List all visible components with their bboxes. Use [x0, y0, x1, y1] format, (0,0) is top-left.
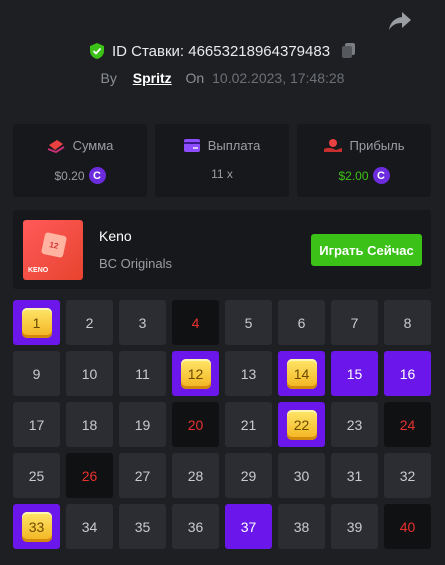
- stat-payout-value: 11 x: [211, 167, 233, 181]
- keno-cell-5: 5: [225, 300, 272, 345]
- keno-cell-29: 29: [225, 453, 272, 498]
- keno-cell-26: 26: [66, 453, 113, 498]
- keno-cell-30: 30: [278, 453, 325, 498]
- keno-cell-20: 20: [172, 402, 219, 447]
- keno-cell-33: 33: [13, 504, 60, 549]
- keno-cell-27: 27: [119, 453, 166, 498]
- keno-cell-22: 22: [278, 402, 325, 447]
- keno-cell-7: 7: [331, 300, 378, 345]
- copy-icon[interactable]: [342, 43, 356, 58]
- game-thumbnail[interactable]: 12 KENO: [23, 220, 83, 280]
- play-now-button[interactable]: Играть Сейчас: [311, 234, 422, 266]
- profit-icon: [323, 138, 342, 152]
- keno-cell-28: 28: [172, 453, 219, 498]
- stat-profit: Прибыль $2.00 C: [297, 124, 431, 197]
- game-provider: BC Originals: [99, 256, 172, 271]
- keno-cell-23: 23: [331, 402, 378, 447]
- stat-amount-value: $0.20: [54, 168, 85, 183]
- bet-amount-icon: [47, 139, 65, 153]
- game-card: 12 KENO Keno BC Originals Играть Сейчас: [13, 210, 431, 289]
- keno-cell-16: 16: [384, 351, 431, 396]
- coin-icon: C: [88, 167, 106, 184]
- gem-icon: 12: [180, 358, 211, 389]
- keno-cell-15: 15: [331, 351, 378, 396]
- gem-icon: 33: [21, 511, 52, 542]
- stat-profit-value: $2.00: [338, 168, 369, 183]
- keno-cell-3: 3: [119, 300, 166, 345]
- share-icon[interactable]: [388, 10, 412, 32]
- keno-cell-19: 19: [119, 402, 166, 447]
- game-name[interactable]: Keno: [99, 228, 132, 244]
- on-label: On: [185, 70, 205, 86]
- bet-id-text: ID Ставки: 46653218964379483: [111, 43, 331, 60]
- keno-cell-12: 12: [172, 351, 219, 396]
- keno-cell-9: 9: [13, 351, 60, 396]
- keno-cell-18: 18: [66, 402, 113, 447]
- keno-cell-31: 31: [331, 453, 378, 498]
- keno-cell-14: 14: [278, 351, 325, 396]
- keno-board: 1 2 3 4 5 6 7 8 9 10 11 12 13 14 15 16 17 18 19 20 21 22 23 24 2…: [10, 298, 435, 558]
- thumbnail-number: 12: [40, 231, 68, 259]
- by-label: By: [100, 70, 117, 86]
- bet-date: 10.02.2023, 17:48:28: [212, 70, 345, 86]
- keno-cell-35: 35: [119, 504, 166, 549]
- keno-cell-36: 36: [172, 504, 219, 549]
- thumbnail-text: KENO: [28, 267, 49, 274]
- keno-cell-25: 25: [13, 453, 60, 498]
- keno-cell-11: 11: [119, 351, 166, 396]
- keno-cell-6: 6: [278, 300, 325, 345]
- coin-icon: C: [372, 167, 390, 184]
- keno-cell-8: 8: [384, 300, 431, 345]
- keno-cell-21: 21: [225, 402, 272, 447]
- stat-amount-label: Сумма: [72, 138, 114, 153]
- keno-cell-34: 34: [66, 504, 113, 549]
- stat-profit-label: Прибыль: [349, 138, 405, 153]
- gem-icon: 22: [286, 409, 317, 440]
- bet-id-row: ID Ставки: 46653218964379483: [0, 43, 445, 60]
- author-row: By Spritz On 10.02.2023, 17:48:28: [0, 70, 445, 86]
- keno-cell-39: 39: [331, 504, 378, 549]
- keno-cell-10: 10: [66, 351, 113, 396]
- keno-cell-17: 17: [13, 402, 60, 447]
- keno-cell-1: 1: [13, 300, 60, 345]
- stat-payout: Выплата 11 x: [155, 124, 289, 197]
- keno-cell-32: 32: [384, 453, 431, 498]
- verified-shield-icon: [89, 43, 104, 59]
- keno-cell-13: 13: [225, 351, 272, 396]
- keno-cell-38: 38: [278, 504, 325, 549]
- username-link[interactable]: Spritz: [133, 70, 172, 86]
- keno-cell-2: 2: [66, 300, 113, 345]
- keno-cell-24: 24: [384, 402, 431, 447]
- gem-icon: 14: [286, 358, 317, 389]
- keno-cell-4: 4: [172, 300, 219, 345]
- gem-icon: 1: [21, 307, 52, 338]
- stat-amount: Сумма $0.20 C: [13, 124, 147, 197]
- keno-cell-37: 37: [225, 504, 272, 549]
- keno-cell-40: 40: [384, 504, 431, 549]
- stat-payout-label: Выплата: [207, 138, 261, 153]
- bet-stats: Сумма $0.20 C Выплата 11 x Прибыль $2.00…: [13, 124, 431, 197]
- payout-card-icon: [183, 139, 200, 152]
